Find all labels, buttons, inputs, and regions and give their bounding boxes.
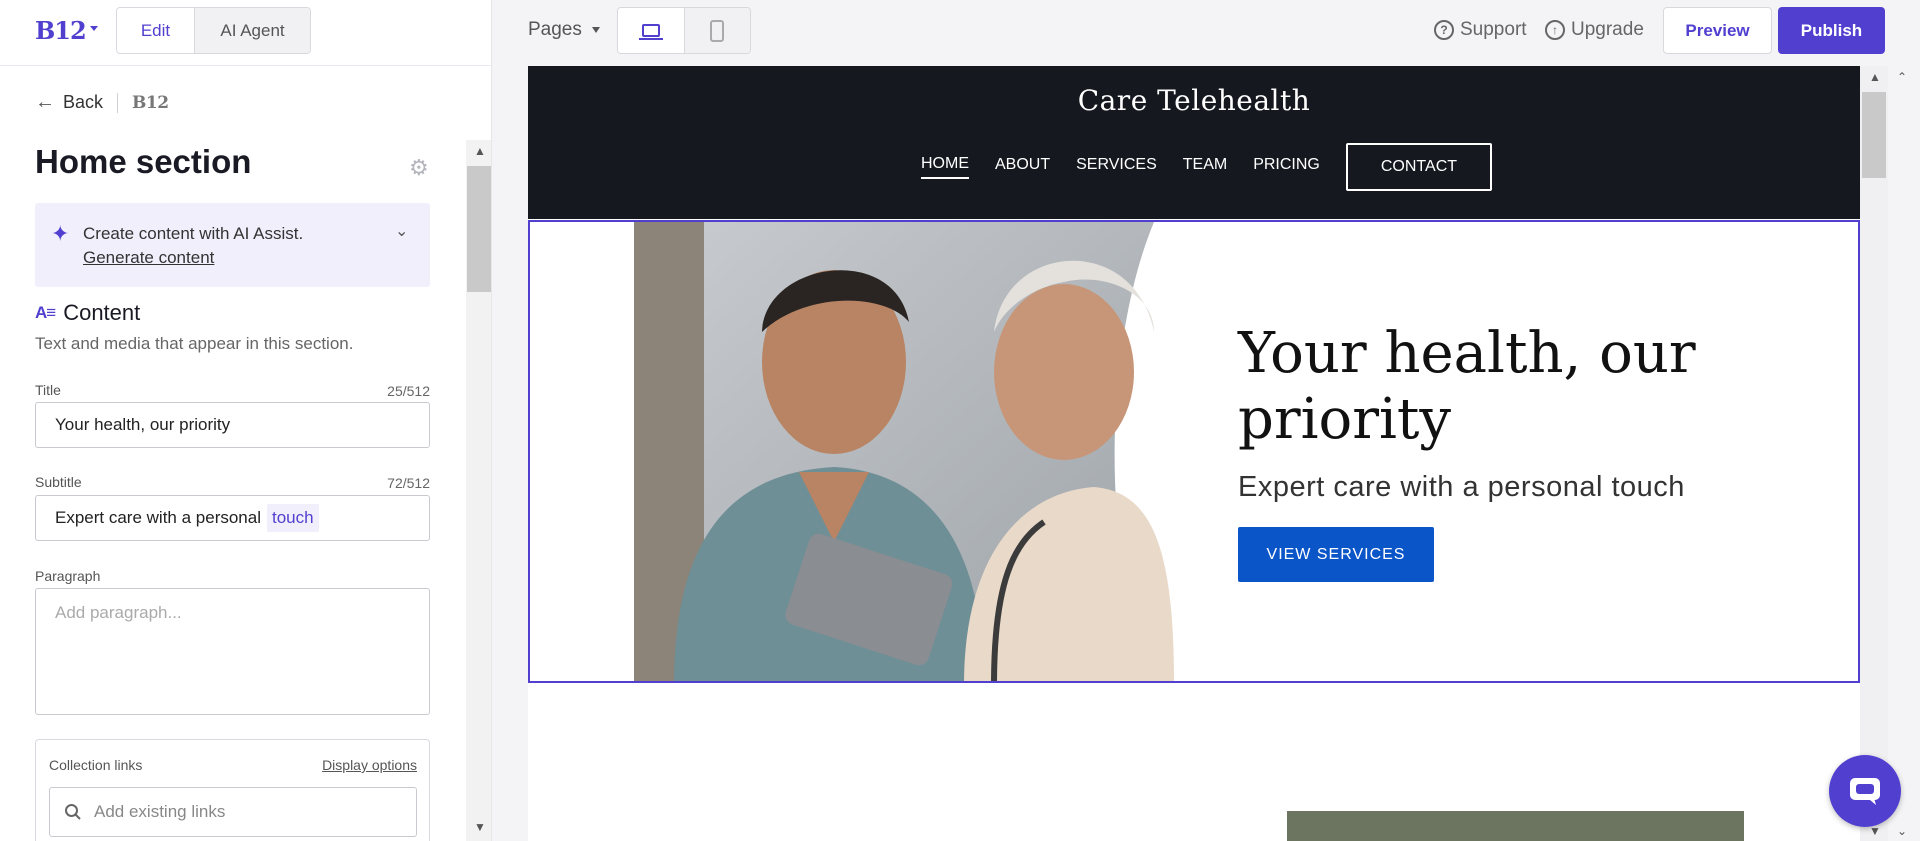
title-char-count: 25/512 (387, 383, 430, 399)
view-services-button[interactable]: VIEW SERVICES (1238, 527, 1434, 582)
paragraph-field-label: Paragraph (35, 568, 101, 584)
support-label: Support (1460, 19, 1527, 40)
title-input[interactable]: Your health, our priority (35, 402, 430, 448)
nav-home[interactable]: HOME (921, 155, 969, 179)
sparkle-icon: ✦ (51, 221, 70, 246)
canvas-scrollbar[interactable]: ▲ ▼ (1860, 66, 1888, 841)
generate-content-link[interactable]: Generate content (83, 248, 214, 268)
help-circle-icon: ? (1434, 20, 1454, 40)
window-scroll-down-icon[interactable]: ⌄ (1897, 824, 1907, 838)
hero-subtitle[interactable]: Expert care with a personal touch (1238, 471, 1685, 504)
subtitle-field-label: Subtitle (35, 474, 82, 490)
canvas-scroll-up-icon[interactable]: ▲ (1869, 70, 1881, 84)
panel-title: Home section (35, 143, 252, 180)
breadcrumb-divider (117, 92, 119, 113)
breadcrumb-site-logo: B12 (132, 92, 169, 113)
text-content-icon: A≡ (35, 303, 56, 322)
device-toggle (617, 7, 751, 54)
nav-contact-button[interactable]: CONTACT (1345, 143, 1493, 191)
logo-caret-icon[interactable] (90, 26, 98, 31)
canvas-scroll-thumb[interactable] (1862, 92, 1886, 178)
paragraph-textarea[interactable]: Add paragraph... (35, 588, 430, 715)
desktop-view-button[interactable] (618, 8, 685, 53)
hero-heading[interactable]: Your health, our priority (1238, 321, 1758, 453)
subtitle-char-count: 72/512 (387, 475, 430, 491)
preview-button[interactable]: Preview (1663, 7, 1772, 54)
add-links-placeholder: Add existing links (94, 802, 226, 821)
add-links-search-input[interactable]: Add existing links (49, 787, 417, 837)
nav-team[interactable]: TEAM (1183, 156, 1227, 178)
window-scroll-up-icon[interactable]: ⌃ (1897, 70, 1907, 84)
chat-icon (1850, 778, 1880, 805)
laptop-icon (638, 24, 663, 40)
site-title[interactable]: Care Telehealth (528, 84, 1860, 117)
mode-toggle: Edit AI Agent (116, 7, 311, 54)
panel-scroll-thumb[interactable] (467, 166, 491, 292)
chevron-down-icon[interactable]: ⌄ (395, 221, 408, 241)
subtitle-highlighted-word[interactable]: touch (267, 504, 319, 532)
subtitle-input[interactable]: Expert care with a personal touch (35, 495, 430, 541)
editor-panel: B12 Edit AI Agent ← Back B12 Home sectio… (0, 0, 492, 841)
back-arrow-icon[interactable]: ← (35, 91, 55, 114)
nav-about[interactable]: ABOUT (995, 156, 1050, 178)
content-label: Content (63, 300, 141, 325)
next-section-image (1287, 811, 1744, 841)
caret-down-icon (591, 27, 600, 33)
content-header: A≡ Content (35, 300, 140, 326)
site-nav: HOME ABOUT SERVICES TEAM PRICING CONTACT (921, 143, 1493, 191)
chat-support-button[interactable] (1829, 755, 1901, 827)
gear-icon[interactable]: ⚙ (409, 155, 429, 181)
back-link[interactable]: Back (63, 92, 103, 113)
publish-button[interactable]: Publish (1778, 7, 1885, 54)
display-options-link[interactable]: Display options (322, 757, 417, 773)
site-preview-canvas: Care Telehealth HOME ABOUT SERVICES TEAM… (528, 66, 1860, 841)
ai-assist-text: Create content with AI Assist. (83, 224, 304, 243)
upgrade-label: Upgrade (1571, 19, 1644, 40)
ai-agent-mode-button[interactable]: AI Agent (195, 8, 310, 53)
upgrade-arrow-icon: ↑ (1545, 20, 1565, 40)
title-field-label: Title (35, 382, 61, 398)
panel-scrollbar[interactable]: ▲ ▼ (466, 140, 491, 841)
editor-top-bar: B12 Edit AI Agent (0, 0, 491, 66)
collection-links-label: Collection links (49, 757, 143, 773)
title-input-value: Your health, our priority (55, 415, 231, 434)
ai-assist-box: ✦ Create content with AI Assist. Generat… (35, 203, 430, 287)
subtitle-input-value: Expert care with a personal (55, 508, 261, 527)
hero-photo (634, 222, 1174, 681)
hero-section[interactable]: Your health, our priority Expert care wi… (528, 220, 1860, 683)
upgrade-link[interactable]: ↑ Upgrade (1545, 19, 1644, 41)
pages-label: Pages (528, 19, 582, 40)
scroll-up-icon[interactable]: ▲ (474, 144, 486, 158)
nav-pricing[interactable]: PRICING (1253, 156, 1320, 178)
site-header[interactable]: Care Telehealth HOME ABOUT SERVICES TEAM… (528, 66, 1860, 219)
support-link[interactable]: ? Support (1434, 19, 1527, 41)
edit-mode-button[interactable]: Edit (117, 8, 195, 53)
pages-dropdown[interactable]: Pages (528, 19, 600, 41)
mobile-view-button[interactable] (684, 8, 750, 53)
search-icon (65, 804, 81, 820)
breadcrumb: ← Back B12 (35, 91, 169, 114)
scroll-down-icon[interactable]: ▼ (474, 820, 486, 834)
collection-links-box: Collection links Display options Add exi… (35, 739, 430, 841)
b12-logo[interactable]: B12 (35, 16, 87, 45)
content-description: Text and media that appear in this secti… (35, 334, 354, 353)
nav-services[interactable]: SERVICES (1076, 156, 1157, 178)
phone-icon (710, 19, 725, 42)
